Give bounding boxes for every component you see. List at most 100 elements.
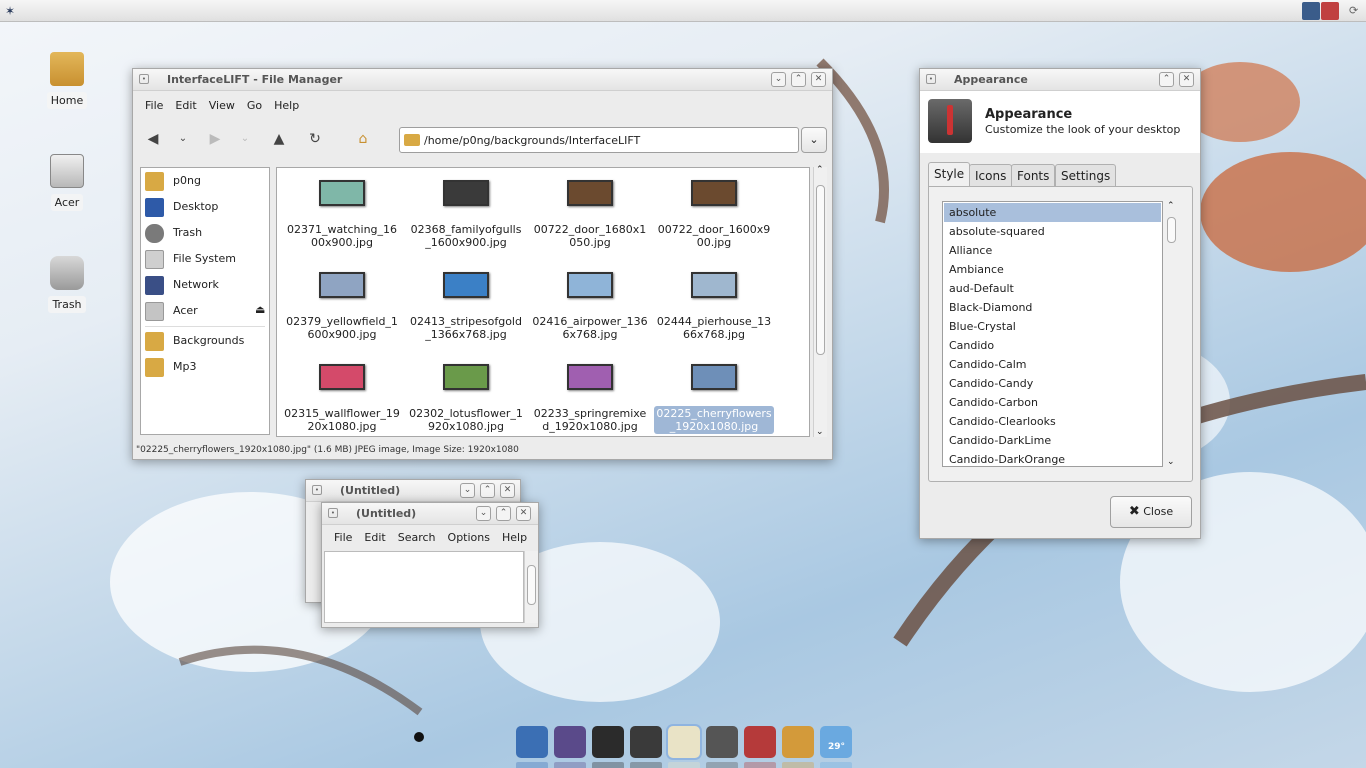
style-list-item[interactable]: absolute-squared	[944, 222, 1161, 241]
tab-settings[interactable]: Settings	[1055, 164, 1117, 186]
style-list-item[interactable]: Alliance	[944, 241, 1161, 260]
sidebar-item-p0ng[interactable]: p0ng	[145, 170, 265, 192]
title-bar[interactable]: • Appearance ⌃ ✕	[920, 69, 1200, 91]
menu-options[interactable]: Options	[442, 529, 496, 546]
style-list-item[interactable]: Candido-DarkLime	[944, 431, 1161, 450]
home-button-icon[interactable]: ⌂	[351, 127, 375, 151]
location-bar[interactable]: /home/p0ng/backgrounds/InterfaceLIFT	[399, 127, 799, 153]
menu-file[interactable]: File	[139, 97, 169, 114]
file-item[interactable]: 00722_door_1680x1050.jpg	[530, 180, 650, 250]
menu-help[interactable]: Help	[496, 529, 533, 546]
close-button[interactable]: ✕	[516, 506, 531, 521]
style-list-item[interactable]: Candido-Calm	[944, 355, 1161, 374]
up-arrow-icon[interactable]: ▲	[267, 127, 291, 151]
forward-arrow-icon[interactable]: ▶	[203, 127, 227, 151]
style-list-item[interactable]: Candido-DarkOrange	[944, 450, 1161, 469]
menu-view[interactable]: View	[203, 97, 241, 114]
reload-icon[interactable]: ↻	[303, 127, 327, 151]
menu-go[interactable]: Go	[241, 97, 268, 114]
file-item[interactable]: 02413_stripesofgold_1366x768.jpg	[406, 272, 526, 342]
back-history-chevron-icon[interactable]: ⌄	[171, 127, 195, 151]
mouse-icon[interactable]: ✶	[5, 4, 15, 18]
scroll-down-icon[interactable]: ⌄	[1167, 457, 1175, 467]
sidebar-item-mp3[interactable]: Mp3	[145, 356, 265, 378]
desktop-icon-trash[interactable]: Trash	[27, 256, 107, 313]
minimize-button[interactable]: ⌄	[771, 72, 786, 87]
file-item[interactable]: 02416_airpower_1366x768.jpg	[530, 272, 650, 342]
tray-update-icon[interactable]	[1321, 2, 1339, 20]
tab-fonts[interactable]: Fonts	[1011, 164, 1056, 186]
desktop-icon-acer[interactable]: Acer	[27, 154, 107, 211]
title-bar[interactable]: • (Untitled) ⌄ ⌃ ✕	[306, 480, 520, 502]
style-list-item[interactable]: Candido-Clearlooks	[944, 412, 1161, 431]
file-grid-scrollbar[interactable]: ⌃ ⌄	[813, 165, 827, 437]
scroll-up-icon[interactable]: ⌃	[1167, 201, 1175, 211]
style-list-item[interactable]: Blue-Crystal	[944, 317, 1161, 336]
file-item[interactable]: 02379_yellowfield_1600x900.jpg	[282, 272, 402, 342]
style-list-scrollbar[interactable]: ⌃ ⌄	[1165, 201, 1179, 467]
location-dropdown-button[interactable]: ⌄	[801, 127, 827, 153]
sidebar-item-acer[interactable]: Acer ⏏	[145, 300, 265, 322]
sidebar-item-trash[interactable]: Trash	[145, 222, 265, 244]
scroll-up-icon[interactable]: ⌃	[816, 165, 824, 175]
style-list-item[interactable]: absolute	[944, 203, 1161, 222]
file-item[interactable]: 02368_familyofgulls_1600x900.jpg	[406, 180, 526, 250]
file-item[interactable]: 02233_springremixed_1920x1080.jpg	[530, 364, 650, 434]
forward-history-chevron-icon[interactable]: ⌄	[233, 127, 257, 151]
window-menu-icon[interactable]: •	[328, 508, 338, 518]
maximize-button[interactable]: ⌃	[791, 72, 806, 87]
style-list[interactable]: absolute absolute-squared Alliance Ambiance…	[942, 201, 1163, 467]
menu-help[interactable]: Help	[268, 97, 305, 114]
close-button[interactable]: ✕	[500, 483, 515, 498]
window-menu-icon[interactable]: •	[312, 485, 322, 495]
text-area[interactable]	[324, 551, 524, 623]
menu-edit[interactable]: Edit	[358, 529, 391, 546]
minimize-button[interactable]: ⌄	[476, 506, 491, 521]
style-list-item[interactable]: Candido-Carbon	[944, 393, 1161, 412]
style-list-item[interactable]: Candido	[944, 336, 1161, 355]
close-button[interactable]: ✕	[811, 72, 826, 87]
terminal-icon[interactable]	[592, 726, 624, 758]
file-item[interactable]: 02225_cherryflowers_1920x1080.jpg	[654, 364, 774, 434]
title-bar[interactable]: • (Untitled) ⌄ ⌃ ✕	[322, 503, 538, 525]
back-arrow-icon[interactable]: ◀	[141, 127, 165, 151]
browser-icon[interactable]	[516, 726, 548, 758]
pidgin-icon[interactable]	[554, 726, 586, 758]
audacious-icon[interactable]	[630, 726, 662, 758]
file-item[interactable]: 00722_door_1600x900.jpg	[654, 180, 774, 250]
file-item[interactable]: 02371_watching_1600x900.jpg	[282, 180, 402, 250]
synaptic-icon[interactable]	[744, 726, 776, 758]
title-bar[interactable]: • InterfaceLIFT - File Manager ⌄ ⌃ ✕	[133, 69, 832, 91]
file-item[interactable]: 02444_pierhouse_1366x768.jpg	[654, 272, 774, 342]
eject-icon[interactable]: ⏏	[255, 303, 265, 316]
maximize-button[interactable]: ⌃	[496, 506, 511, 521]
tab-icons[interactable]: Icons	[969, 164, 1013, 186]
sidebar-item-backgrounds[interactable]: Backgrounds	[145, 330, 265, 352]
scroll-down-icon[interactable]: ⌄	[816, 427, 824, 437]
close-button[interactable]: ✕	[1179, 72, 1194, 87]
tab-style[interactable]: Style	[928, 162, 971, 186]
menu-search[interactable]: Search	[392, 529, 442, 546]
sidebar-item-desktop[interactable]: Desktop	[145, 196, 265, 218]
scrollbar-thumb[interactable]	[527, 565, 536, 605]
menu-edit[interactable]: Edit	[169, 97, 202, 114]
editor-scrollbar[interactable]	[524, 551, 538, 623]
scrollbar-thumb[interactable]	[816, 185, 825, 355]
text-editor-icon[interactable]	[668, 726, 700, 758]
style-list-item[interactable]: Black-Diamond	[944, 298, 1161, 317]
sidebar-item-network[interactable]: Network	[145, 274, 265, 296]
window-menu-icon[interactable]: •	[926, 74, 936, 84]
power-icon[interactable]: ⟳	[1349, 4, 1358, 17]
maximize-button[interactable]: ⌃	[1159, 72, 1174, 87]
tray-app-icon[interactable]	[1302, 2, 1320, 20]
scrollbar-thumb[interactable]	[1167, 217, 1176, 243]
style-list-item[interactable]: Ambiance	[944, 260, 1161, 279]
sidebar-item-filesystem[interactable]: File System	[145, 248, 265, 270]
menu-file[interactable]: File	[328, 529, 358, 546]
weather-icon[interactable]: 29°	[820, 726, 852, 758]
style-list-item[interactable]: aud-Default	[944, 279, 1161, 298]
style-list-item[interactable]: Candido-Candy	[944, 374, 1161, 393]
minimize-button[interactable]: ⌄	[460, 483, 475, 498]
maximize-button[interactable]: ⌃	[480, 483, 495, 498]
file-item[interactable]: 02315_wallflower_1920x1080.jpg	[282, 364, 402, 434]
